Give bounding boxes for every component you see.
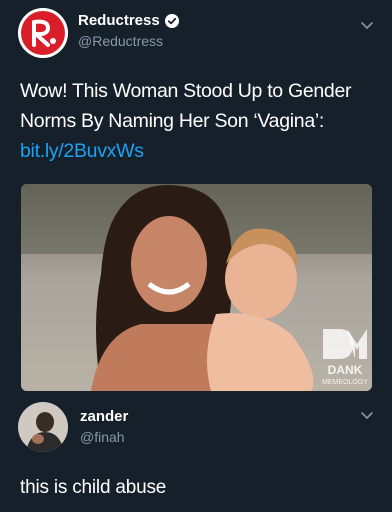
tweet-card[interactable]: Reductress @Reductress Wow! This Woman S… bbox=[0, 0, 392, 391]
reply-handle[interactable]: @finah bbox=[80, 429, 128, 445]
chevron-down-icon[interactable] bbox=[360, 18, 374, 32]
reply-display-name[interactable]: zander bbox=[80, 408, 128, 425]
photo-mother-and-baby: DANK MEMEOLOGY bbox=[21, 184, 372, 391]
chevron-down-icon[interactable] bbox=[360, 408, 374, 422]
tweet-text: Wow! This Woman Stood Up to Gender Norms… bbox=[20, 76, 380, 166]
handle[interactable]: @Reductress bbox=[78, 33, 179, 49]
tweet-media-image[interactable]: DANK MEMEOLOGY bbox=[21, 184, 372, 391]
reply-text: this is child abuse bbox=[20, 477, 167, 498]
reductress-logo-icon[interactable] bbox=[18, 8, 68, 58]
reply-tweet[interactable]: zander @finah this is child abuse bbox=[0, 392, 392, 512]
tweet-body: Wow! This Woman Stood Up to Gender Norms… bbox=[20, 80, 352, 132]
verified-badge-icon bbox=[164, 13, 179, 28]
display-name[interactable]: Reductress bbox=[78, 12, 160, 29]
avatar[interactable] bbox=[18, 402, 68, 452]
watermark-text-1: DANK bbox=[328, 363, 363, 377]
tweet-link[interactable]: bit.ly/2BuvxWs bbox=[20, 136, 380, 166]
watermark-text-2: MEMEOLOGY bbox=[322, 379, 368, 386]
